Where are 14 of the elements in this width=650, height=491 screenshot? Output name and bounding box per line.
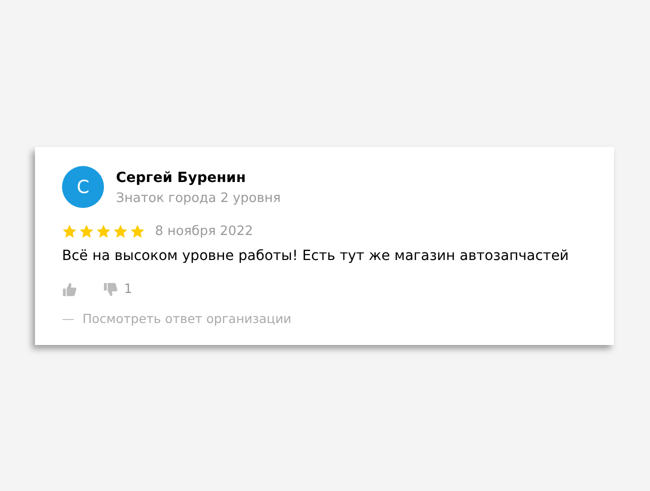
author-level: Знаток города 2 уровня bbox=[116, 190, 281, 208]
dislike-button[interactable]: 1 bbox=[103, 282, 132, 297]
star-icon bbox=[62, 224, 77, 239]
star-icon bbox=[96, 224, 111, 239]
avatar: С bbox=[62, 166, 104, 208]
reply-link[interactable]: Посмотреть ответ организации bbox=[82, 311, 292, 326]
star-icon bbox=[79, 224, 94, 239]
star-icon bbox=[130, 224, 145, 239]
author-name[interactable]: Сергей Буренин bbox=[116, 169, 281, 187]
star-icon bbox=[113, 224, 128, 239]
like-button[interactable] bbox=[62, 282, 77, 297]
review-text: Всё на высоком уровне работы! Есть тут же магазин автозапчастей bbox=[62, 247, 570, 266]
dash-mark: — bbox=[62, 311, 74, 326]
review-date: 8 ноября 2022 bbox=[155, 224, 253, 239]
